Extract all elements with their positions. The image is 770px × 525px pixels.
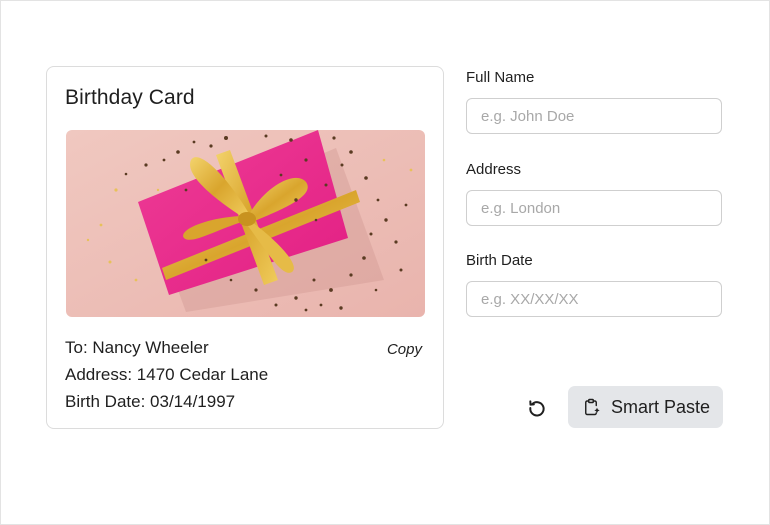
smart-paste-label: Smart Paste (611, 396, 711, 417)
address-label: Address (466, 161, 522, 178)
birthday-card: Birthday Card To: Nancy Wheeler Copy Add… (46, 66, 444, 429)
recipient-address: Address: 1470 Cedar Lane (65, 365, 269, 384)
reset-icon (529, 400, 545, 417)
recipient-birth-date: Birth Date: 03/14/1997 (65, 392, 236, 411)
copy-button[interactable]: Copy (387, 341, 422, 358)
full-name-label: Full Name (466, 69, 535, 86)
gift-image (66, 130, 425, 317)
birth-date-input[interactable] (466, 281, 722, 317)
clipboard-paste-icon (582, 398, 600, 416)
birth-date-label: Birth Date (466, 252, 533, 269)
recipient-name: To: Nancy Wheeler (65, 338, 209, 357)
reset-button[interactable] (524, 395, 550, 421)
smart-paste-button[interactable]: Smart Paste (568, 386, 723, 428)
address-input[interactable] (466, 190, 722, 226)
full-name-input[interactable] (466, 98, 722, 134)
card-title: Birthday Card (65, 86, 195, 109)
